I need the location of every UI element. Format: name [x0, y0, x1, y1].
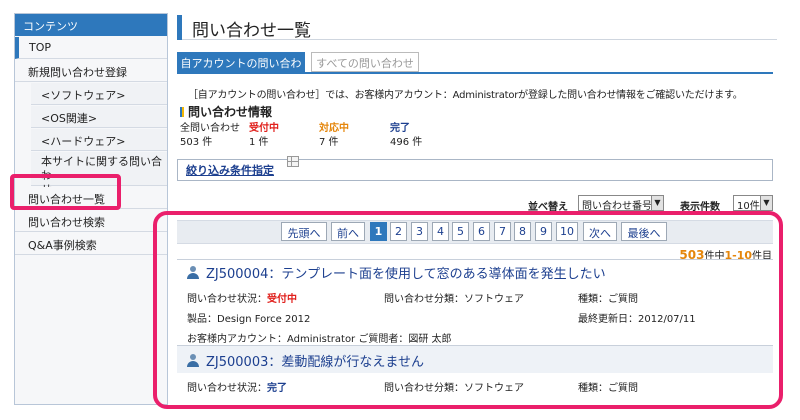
result-status-2: 問い合わせ状況：完了 — [187, 379, 287, 394]
sidebar-item-os[interactable]: <OS関連> — [31, 106, 167, 128]
filter-conditions-link[interactable]: 絞り込み条件指定 — [186, 162, 274, 178]
page-header: 問い合わせ一覧 — [177, 15, 777, 41]
page-6-button[interactable]: 6 — [473, 222, 490, 241]
sidebar: コンテンツ TOP 新規問い合わせ登録 <ソフトウェア> <OS関連> <ハード… — [14, 13, 168, 405]
page-next-button[interactable]: 次へ — [583, 222, 617, 241]
page-7-button[interactable]: 7 — [494, 222, 511, 241]
page-first-button[interactable]: 先頭へ — [281, 222, 327, 241]
result-count-mid: 件中 — [704, 251, 725, 262]
stat-received-label: 受付中 — [249, 123, 279, 134]
sidebar-item-about-site[interactable]: 本サイトに関する問い合わ せ — [31, 152, 167, 196]
result-category-1: 問い合わせ分類：ソフトウェア — [384, 294, 524, 305]
result-category-2: 問い合わせ分類：ソフトウェア — [384, 383, 524, 394]
grid-icon[interactable] — [287, 156, 299, 167]
user-icon — [187, 266, 199, 279]
result-type-1: 種類：ご質問 — [578, 294, 638, 305]
status-value: 完了 — [267, 383, 287, 394]
tab-my-account-inquiries[interactable]: 自アカウントの問い合わせ — [177, 52, 305, 86]
sidebar-header: コンテンツ — [15, 14, 167, 36]
sort-label: 並べ替え — [528, 202, 568, 213]
result-subject-1: ：テンプレート面を使用して窓のある導体面を発生したい — [268, 267, 606, 282]
display-count-label: 表示件数 — [680, 202, 720, 213]
result-subject-2: ：差動配線が行なえません — [268, 355, 424, 370]
sidebar-item-new-inquiry[interactable]: 新規問い合わせ登録 — [15, 60, 167, 82]
result-range: 1-10 — [724, 249, 752, 262]
stat-completed-value: 496 件 — [390, 137, 423, 148]
result-divider — [177, 345, 773, 346]
dropdown-arrow-icon: ▼ — [760, 196, 772, 210]
user-icon — [187, 354, 199, 367]
display-count-value: 10件 — [737, 201, 760, 212]
stat-total-label: 全問い合わせ — [180, 123, 240, 134]
header-accent-bar — [177, 15, 182, 40]
filter-box: 絞り込み条件指定 — [177, 156, 773, 181]
status-label: 問い合わせ状況： — [187, 383, 267, 394]
tab-description: ［自アカウントの問い合わせ］では、お客様内アカウント：Administrator… — [188, 90, 743, 101]
tab-all-inquiries[interactable]: すべての問い合わせ — [311, 52, 419, 72]
result-type-2: 種類：ご質問 — [578, 383, 638, 394]
stat-completed-label: 完了 — [390, 123, 410, 134]
page-2-button[interactable]: 2 — [390, 222, 407, 241]
result-divider — [177, 259, 773, 260]
heading-marker-icon — [180, 107, 184, 117]
result-product-1: 製品：Design Force 2012 — [187, 314, 311, 325]
sidebar-item-inquiry-list[interactable]: 問い合わせ一覧 — [15, 187, 167, 209]
page-9-button[interactable]: 9 — [535, 222, 552, 241]
page-8-button[interactable]: 8 — [514, 222, 531, 241]
tab-underline — [177, 72, 773, 74]
result-title-2[interactable]: ZJ500003：差動配線が行なえません — [187, 351, 424, 370]
status-label: 問い合わせ状況： — [187, 294, 267, 305]
sidebar-item-software[interactable]: <ソフトウェア> — [31, 83, 167, 105]
result-id-2: ZJ500003 — [206, 355, 269, 370]
sidebar-item-top[interactable]: TOP — [15, 37, 167, 59]
inquiry-info-title: 問い合わせ情報 — [188, 105, 273, 119]
sidebar-item-inquiry-search[interactable]: 問い合わせ検索 — [15, 210, 167, 232]
display-count-select[interactable]: 10件 ▼ — [733, 195, 773, 212]
page-1-button[interactable]: 1 — [370, 222, 387, 241]
page-last-button[interactable]: 最後へ — [621, 222, 667, 241]
status-value: 受付中 — [267, 294, 297, 305]
sidebar-item-about-line1: 本サイトに関する問い合わ — [41, 155, 162, 182]
sidebar-item-hardware[interactable]: <ハードウェア> — [31, 129, 167, 151]
inquiry-info-heading: 問い合わせ情報 — [180, 103, 272, 120]
sort-select-value: 問い合わせ番号 — [582, 201, 652, 212]
stat-in-progress-label: 対応中 — [319, 123, 349, 134]
stat-in-progress-value: 7 件 — [319, 137, 339, 148]
page-4-button[interactable]: 4 — [432, 222, 449, 241]
stat-total-value: 503 件 — [180, 137, 213, 148]
result-id-1: ZJ500004 — [206, 267, 269, 282]
dropdown-arrow-icon: ▼ — [651, 196, 663, 210]
page-title: 問い合わせ一覧 — [192, 21, 311, 41]
result-title-1[interactable]: ZJ500004：テンプレート面を使用して窓のある導体面を発生したい — [187, 263, 606, 282]
sidebar-item-qa-search[interactable]: Q&A事例検索 — [15, 233, 167, 255]
result-status-1: 問い合わせ状況：受付中 — [187, 290, 297, 305]
page-3-button[interactable]: 3 — [411, 222, 428, 241]
page-prev-button[interactable]: 前へ — [331, 222, 365, 241]
stat-received-value: 1 件 — [249, 137, 269, 148]
result-updated-1: 最終更新日：2012/07/11 — [578, 314, 696, 325]
sort-select[interactable]: 問い合わせ番号 ▼ — [578, 195, 664, 212]
result-account-1: お客様内アカウント：Administrator ご質問者：図研 太郎 — [187, 334, 452, 345]
result-count-suffix: 件目 — [752, 251, 772, 262]
page-5-button[interactable]: 5 — [452, 222, 469, 241]
page-10-button[interactable]: 10 — [556, 222, 578, 241]
